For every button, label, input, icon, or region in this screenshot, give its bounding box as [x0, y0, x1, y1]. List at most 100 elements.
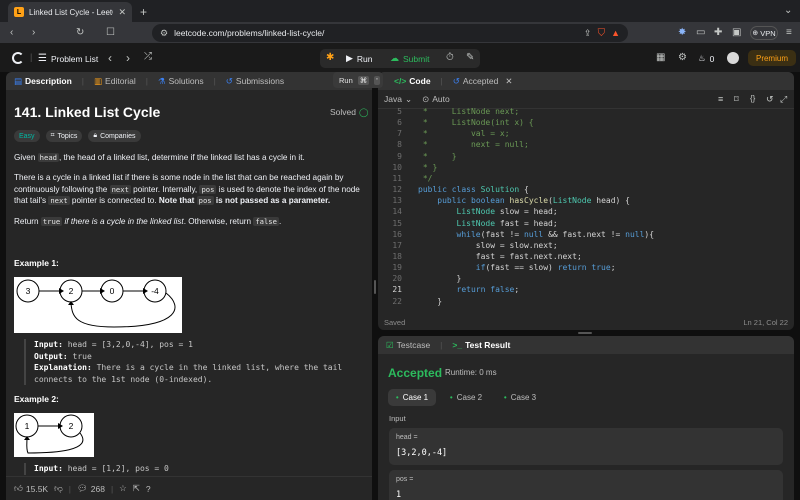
brave-shield-icon[interactable]: ⛉	[598, 28, 606, 39]
horizontal-resize-handle[interactable]	[578, 332, 592, 334]
tab-submissions[interactable]: ↺ Submissions	[226, 76, 284, 87]
code-line[interactable]: 16 while(fast != null && fast.next != nu…	[380, 230, 654, 241]
code-line[interactable]: 15 ListNode fast = head;	[380, 219, 557, 230]
inline-code: pos	[199, 184, 217, 194]
leetcode-favicon-icon: L	[14, 7, 24, 17]
tab-accepted[interactable]: ↺ Accepted ✕	[453, 76, 513, 87]
runtime-text: Runtime: 0 ms	[445, 368, 497, 377]
share-link-icon[interactable]: ⇱	[133, 483, 140, 494]
comments-button[interactable]: 💬︎ 268	[77, 483, 105, 494]
code-line[interactable]: 12 public class Solution {	[380, 185, 528, 196]
code-line[interactable]: 18 fast = fast.next.next;	[380, 252, 581, 263]
line-number: 7	[397, 129, 402, 139]
tab-code[interactable]: </> Code	[394, 76, 431, 86]
topics-chip[interactable]: ⌗ Topics	[45, 130, 83, 142]
bookmark-icon[interactable]: ☐	[106, 27, 115, 38]
problem-list-button[interactable]: ☰ Problem List	[38, 53, 98, 64]
output-value: true	[67, 351, 92, 361]
dislike-button[interactable]: 👎︎	[54, 483, 63, 494]
brave-rewards-icon[interactable]: ▲	[611, 28, 620, 38]
like-button[interactable]: 👍︎ 15.5K	[14, 483, 48, 494]
address-bar[interactable]: ⚙ leetcode.com/problems/linked-list-cycl…	[152, 24, 628, 42]
reset-icon[interactable]: ↺	[766, 94, 774, 105]
back-icon[interactable]: ‹	[10, 27, 13, 38]
reload-icon[interactable]: ↻	[76, 27, 84, 38]
case-2-tab[interactable]: • Case 2	[442, 389, 490, 406]
close-tab-icon[interactable]: ✕	[118, 7, 126, 18]
tab-test-result[interactable]: >_ Test Result	[452, 340, 510, 350]
description-paragraph-1: Given head, the head of a linked list, d…	[14, 152, 364, 164]
tab-solutions[interactable]: ⚗ Solutions	[158, 76, 204, 87]
submit-button[interactable]: ☁ Submit	[390, 53, 429, 64]
popup-run-label[interactable]: Run	[339, 76, 353, 85]
close-icon[interactable]: ✕	[505, 76, 512, 87]
code-text: * }	[418, 151, 457, 161]
layout-icon[interactable]: ▦	[656, 52, 665, 63]
streak-counter[interactable]: ♨ 0	[698, 53, 714, 64]
share-icon[interactable]: ⇪	[584, 28, 592, 39]
vpn-button[interactable]: ⊕ VPN	[750, 26, 778, 40]
case-3-tab[interactable]: • Case 3	[496, 389, 544, 406]
code-line[interactable]: 21 return false;	[380, 285, 519, 296]
tab-divider: |	[81, 76, 85, 86]
next-problem-icon[interactable]: ›	[126, 51, 130, 65]
code-line[interactable]: 9 * }	[380, 151, 457, 163]
vertical-resize-handle[interactable]	[374, 280, 376, 294]
description-paragraph-2: There is a cycle in a linked list if the…	[14, 172, 364, 207]
tag-icon: ⌗	[50, 132, 55, 139]
prev-problem-icon[interactable]: ‹	[108, 51, 112, 65]
code-line[interactable]: 10 * }	[380, 163, 437, 174]
premium-button[interactable]: Premium	[748, 50, 796, 66]
difficulty-badge[interactable]: Easy	[14, 130, 40, 142]
topics-label: Topics	[57, 132, 78, 140]
wallet-icon[interactable]: ▣	[732, 27, 741, 38]
new-tab-icon[interactable]: +	[140, 5, 147, 19]
code-line[interactable]: 19 if(fast == slow) return true;	[380, 263, 615, 274]
code-line[interactable]: 5 * ListNode next;	[380, 107, 519, 118]
code-line[interactable]: 17 slow = slow.next;	[380, 241, 557, 252]
help-icon[interactable]: ?	[146, 484, 151, 494]
site-info-icon[interactable]: ⚙	[160, 28, 168, 39]
fullscreen-icon[interactable]: ⤢	[780, 94, 787, 105]
puzzle-icon[interactable]: ✚	[714, 27, 722, 38]
code-text: */	[418, 173, 433, 183]
sidebar-icon[interactable]: ▭	[696, 27, 705, 38]
tab-editorial[interactable]: ▥ Editorial	[94, 76, 136, 87]
tab-description[interactable]: ▤ Description	[14, 76, 72, 87]
code-line[interactable]: 22 }	[380, 297, 442, 308]
code-line[interactable]: 7 * val = x;	[380, 129, 509, 140]
companies-chip[interactable]: 🔒︎ Companies	[88, 130, 141, 142]
format-icon[interactable]: ≡	[718, 94, 723, 104]
run-button[interactable]: ▶ Run	[346, 53, 373, 64]
code-line[interactable]: 13 public boolean hasCycle(ListNode head…	[380, 196, 630, 207]
extension-icon[interactable]: ✸	[678, 27, 686, 38]
browser-tab[interactable]: L Linked List Cycle - LeetCode ✕	[8, 2, 132, 22]
result-tabs: ☑ Testcase | >_ Test Result	[378, 336, 794, 354]
code-line[interactable]: 20 }	[380, 274, 461, 285]
shuffle-icon[interactable]: ⤮	[144, 51, 152, 62]
avatar[interactable]	[727, 52, 739, 64]
node-label: 2	[69, 286, 74, 296]
leetcode-logo-icon[interactable]	[12, 52, 24, 64]
code-line[interactable]: 6 * ListNode(int x) {	[380, 118, 533, 129]
braces-icon[interactable]: {}	[750, 94, 755, 103]
debug-icon[interactable]: ✱	[326, 52, 334, 63]
case-1-tab[interactable]: • Case 1	[388, 389, 436, 406]
problem-title[interactable]: 141. Linked List Cycle	[14, 104, 160, 120]
auto-toggle[interactable]: ⊙ Auto	[422, 94, 450, 105]
timer-icon[interactable]: ⏱	[446, 52, 454, 63]
menu-icon[interactable]: ≡	[786, 27, 792, 38]
forward-icon[interactable]: ›	[32, 27, 35, 38]
bookmark-code-icon[interactable]: ⌑	[734, 94, 739, 105]
settings-icon[interactable]: ⚙	[678, 52, 687, 63]
tab-divider: |	[440, 340, 443, 350]
favorite-icon[interactable]: ☆	[119, 483, 127, 494]
code-line[interactable]: 8 * next = null;	[380, 140, 529, 151]
notes-icon[interactable]: ✎	[466, 52, 474, 63]
code-line[interactable]: 11 */	[380, 174, 432, 185]
code-line[interactable]: 14 ListNode slow = head;	[380, 207, 557, 218]
tab-search-icon[interactable]: ⌄	[784, 5, 792, 16]
language-select[interactable]: Java ⌄	[384, 94, 412, 105]
text: Return	[14, 217, 41, 226]
tab-testcase[interactable]: ☑ Testcase	[386, 340, 430, 351]
